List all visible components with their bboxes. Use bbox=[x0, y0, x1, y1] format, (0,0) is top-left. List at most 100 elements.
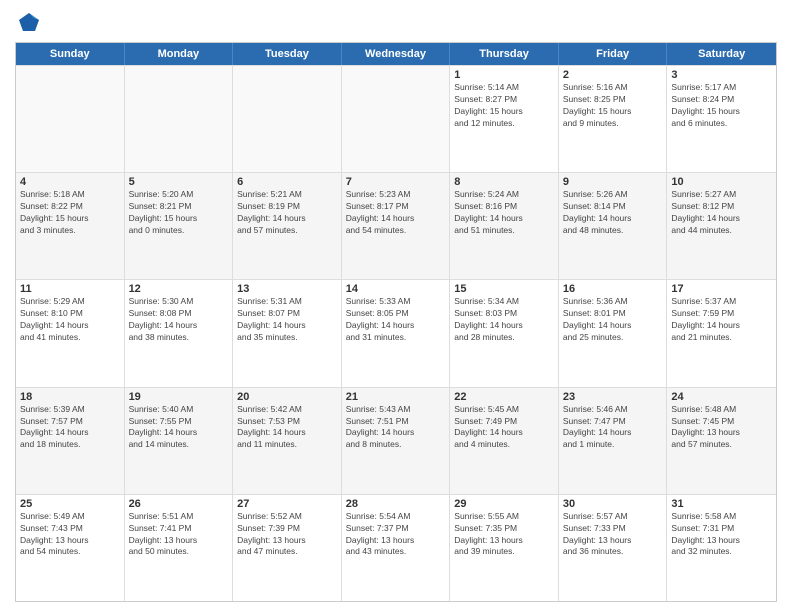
day-info: Sunrise: 5:34 AM Sunset: 8:03 PM Dayligh… bbox=[454, 296, 554, 344]
day-info: Sunrise: 5:43 AM Sunset: 7:51 PM Dayligh… bbox=[346, 404, 446, 452]
table-row: 7Sunrise: 5:23 AM Sunset: 8:17 PM Daylig… bbox=[342, 173, 451, 279]
day-number: 24 bbox=[671, 391, 772, 403]
page: Sunday Monday Tuesday Wednesday Thursday… bbox=[0, 0, 792, 612]
day-info: Sunrise: 5:37 AM Sunset: 7:59 PM Dayligh… bbox=[671, 296, 772, 344]
day-number: 11 bbox=[20, 283, 120, 295]
day-number: 6 bbox=[237, 176, 337, 188]
day-number: 30 bbox=[563, 498, 663, 510]
week-row-5: 25Sunrise: 5:49 AM Sunset: 7:43 PM Dayli… bbox=[16, 494, 776, 601]
week-row-4: 18Sunrise: 5:39 AM Sunset: 7:57 PM Dayli… bbox=[16, 387, 776, 494]
day-info: Sunrise: 5:52 AM Sunset: 7:39 PM Dayligh… bbox=[237, 511, 337, 559]
table-row: 21Sunrise: 5:43 AM Sunset: 7:51 PM Dayli… bbox=[342, 388, 451, 494]
day-number: 10 bbox=[671, 176, 772, 188]
day-number: 2 bbox=[563, 69, 663, 81]
day-number: 23 bbox=[563, 391, 663, 403]
day-number: 21 bbox=[346, 391, 446, 403]
day-info: Sunrise: 5:16 AM Sunset: 8:25 PM Dayligh… bbox=[563, 82, 663, 130]
day-info: Sunrise: 5:17 AM Sunset: 8:24 PM Dayligh… bbox=[671, 82, 772, 130]
table-row: 18Sunrise: 5:39 AM Sunset: 7:57 PM Dayli… bbox=[16, 388, 125, 494]
day-number: 20 bbox=[237, 391, 337, 403]
table-row bbox=[16, 66, 125, 172]
day-number: 1 bbox=[454, 69, 554, 81]
day-info: Sunrise: 5:14 AM Sunset: 8:27 PM Dayligh… bbox=[454, 82, 554, 130]
day-info: Sunrise: 5:57 AM Sunset: 7:33 PM Dayligh… bbox=[563, 511, 663, 559]
day-number: 16 bbox=[563, 283, 663, 295]
day-info: Sunrise: 5:20 AM Sunset: 8:21 PM Dayligh… bbox=[129, 189, 229, 237]
day-number: 9 bbox=[563, 176, 663, 188]
calendar: Sunday Monday Tuesday Wednesday Thursday… bbox=[15, 42, 777, 602]
week-row-2: 4Sunrise: 5:18 AM Sunset: 8:22 PM Daylig… bbox=[16, 172, 776, 279]
day-info: Sunrise: 5:49 AM Sunset: 7:43 PM Dayligh… bbox=[20, 511, 120, 559]
day-number: 15 bbox=[454, 283, 554, 295]
table-row: 23Sunrise: 5:46 AM Sunset: 7:47 PM Dayli… bbox=[559, 388, 668, 494]
day-info: Sunrise: 5:55 AM Sunset: 7:35 PM Dayligh… bbox=[454, 511, 554, 559]
table-row: 29Sunrise: 5:55 AM Sunset: 7:35 PM Dayli… bbox=[450, 495, 559, 601]
table-row bbox=[342, 66, 451, 172]
day-number: 27 bbox=[237, 498, 337, 510]
table-row: 12Sunrise: 5:30 AM Sunset: 8:08 PM Dayli… bbox=[125, 280, 234, 386]
header-tuesday: Tuesday bbox=[233, 43, 342, 65]
week-row-3: 11Sunrise: 5:29 AM Sunset: 8:10 PM Dayli… bbox=[16, 279, 776, 386]
day-number: 17 bbox=[671, 283, 772, 295]
header-sunday: Sunday bbox=[16, 43, 125, 65]
table-row: 15Sunrise: 5:34 AM Sunset: 8:03 PM Dayli… bbox=[450, 280, 559, 386]
day-info: Sunrise: 5:21 AM Sunset: 8:19 PM Dayligh… bbox=[237, 189, 337, 237]
day-info: Sunrise: 5:58 AM Sunset: 7:31 PM Dayligh… bbox=[671, 511, 772, 559]
day-number: 14 bbox=[346, 283, 446, 295]
header-thursday: Thursday bbox=[450, 43, 559, 65]
header-monday: Monday bbox=[125, 43, 234, 65]
header bbox=[15, 10, 777, 34]
table-row: 4Sunrise: 5:18 AM Sunset: 8:22 PM Daylig… bbox=[16, 173, 125, 279]
table-row: 8Sunrise: 5:24 AM Sunset: 8:16 PM Daylig… bbox=[450, 173, 559, 279]
table-row: 14Sunrise: 5:33 AM Sunset: 8:05 PM Dayli… bbox=[342, 280, 451, 386]
table-row: 11Sunrise: 5:29 AM Sunset: 8:10 PM Dayli… bbox=[16, 280, 125, 386]
day-info: Sunrise: 5:46 AM Sunset: 7:47 PM Dayligh… bbox=[563, 404, 663, 452]
table-row: 22Sunrise: 5:45 AM Sunset: 7:49 PM Dayli… bbox=[450, 388, 559, 494]
table-row: 26Sunrise: 5:51 AM Sunset: 7:41 PM Dayli… bbox=[125, 495, 234, 601]
day-number: 3 bbox=[671, 69, 772, 81]
day-info: Sunrise: 5:18 AM Sunset: 8:22 PM Dayligh… bbox=[20, 189, 120, 237]
table-row: 16Sunrise: 5:36 AM Sunset: 8:01 PM Dayli… bbox=[559, 280, 668, 386]
day-info: Sunrise: 5:33 AM Sunset: 8:05 PM Dayligh… bbox=[346, 296, 446, 344]
table-row: 30Sunrise: 5:57 AM Sunset: 7:33 PM Dayli… bbox=[559, 495, 668, 601]
day-number: 25 bbox=[20, 498, 120, 510]
calendar-body: 1Sunrise: 5:14 AM Sunset: 8:27 PM Daylig… bbox=[16, 65, 776, 601]
header-friday: Friday bbox=[559, 43, 668, 65]
day-number: 22 bbox=[454, 391, 554, 403]
table-row: 19Sunrise: 5:40 AM Sunset: 7:55 PM Dayli… bbox=[125, 388, 234, 494]
day-number: 4 bbox=[20, 176, 120, 188]
day-number: 31 bbox=[671, 498, 772, 510]
table-row: 25Sunrise: 5:49 AM Sunset: 7:43 PM Dayli… bbox=[16, 495, 125, 601]
day-number: 5 bbox=[129, 176, 229, 188]
table-row: 20Sunrise: 5:42 AM Sunset: 7:53 PM Dayli… bbox=[233, 388, 342, 494]
week-row-1: 1Sunrise: 5:14 AM Sunset: 8:27 PM Daylig… bbox=[16, 65, 776, 172]
day-number: 28 bbox=[346, 498, 446, 510]
day-number: 13 bbox=[237, 283, 337, 295]
day-info: Sunrise: 5:45 AM Sunset: 7:49 PM Dayligh… bbox=[454, 404, 554, 452]
calendar-header: Sunday Monday Tuesday Wednesday Thursday… bbox=[16, 43, 776, 65]
day-number: 8 bbox=[454, 176, 554, 188]
table-row: 1Sunrise: 5:14 AM Sunset: 8:27 PM Daylig… bbox=[450, 66, 559, 172]
day-number: 29 bbox=[454, 498, 554, 510]
day-number: 7 bbox=[346, 176, 446, 188]
day-info: Sunrise: 5:54 AM Sunset: 7:37 PM Dayligh… bbox=[346, 511, 446, 559]
table-row: 3Sunrise: 5:17 AM Sunset: 8:24 PM Daylig… bbox=[667, 66, 776, 172]
table-row: 10Sunrise: 5:27 AM Sunset: 8:12 PM Dayli… bbox=[667, 173, 776, 279]
day-number: 18 bbox=[20, 391, 120, 403]
table-row: 9Sunrise: 5:26 AM Sunset: 8:14 PM Daylig… bbox=[559, 173, 668, 279]
day-number: 12 bbox=[129, 283, 229, 295]
day-number: 19 bbox=[129, 391, 229, 403]
day-info: Sunrise: 5:30 AM Sunset: 8:08 PM Dayligh… bbox=[129, 296, 229, 344]
day-info: Sunrise: 5:36 AM Sunset: 8:01 PM Dayligh… bbox=[563, 296, 663, 344]
table-row: 28Sunrise: 5:54 AM Sunset: 7:37 PM Dayli… bbox=[342, 495, 451, 601]
header-saturday: Saturday bbox=[667, 43, 776, 65]
table-row: 13Sunrise: 5:31 AM Sunset: 8:07 PM Dayli… bbox=[233, 280, 342, 386]
table-row bbox=[125, 66, 234, 172]
table-row: 6Sunrise: 5:21 AM Sunset: 8:19 PM Daylig… bbox=[233, 173, 342, 279]
logo-icon bbox=[17, 10, 41, 34]
header-wednesday: Wednesday bbox=[342, 43, 451, 65]
day-info: Sunrise: 5:42 AM Sunset: 7:53 PM Dayligh… bbox=[237, 404, 337, 452]
day-info: Sunrise: 5:29 AM Sunset: 8:10 PM Dayligh… bbox=[20, 296, 120, 344]
day-number: 26 bbox=[129, 498, 229, 510]
logo bbox=[15, 10, 41, 34]
